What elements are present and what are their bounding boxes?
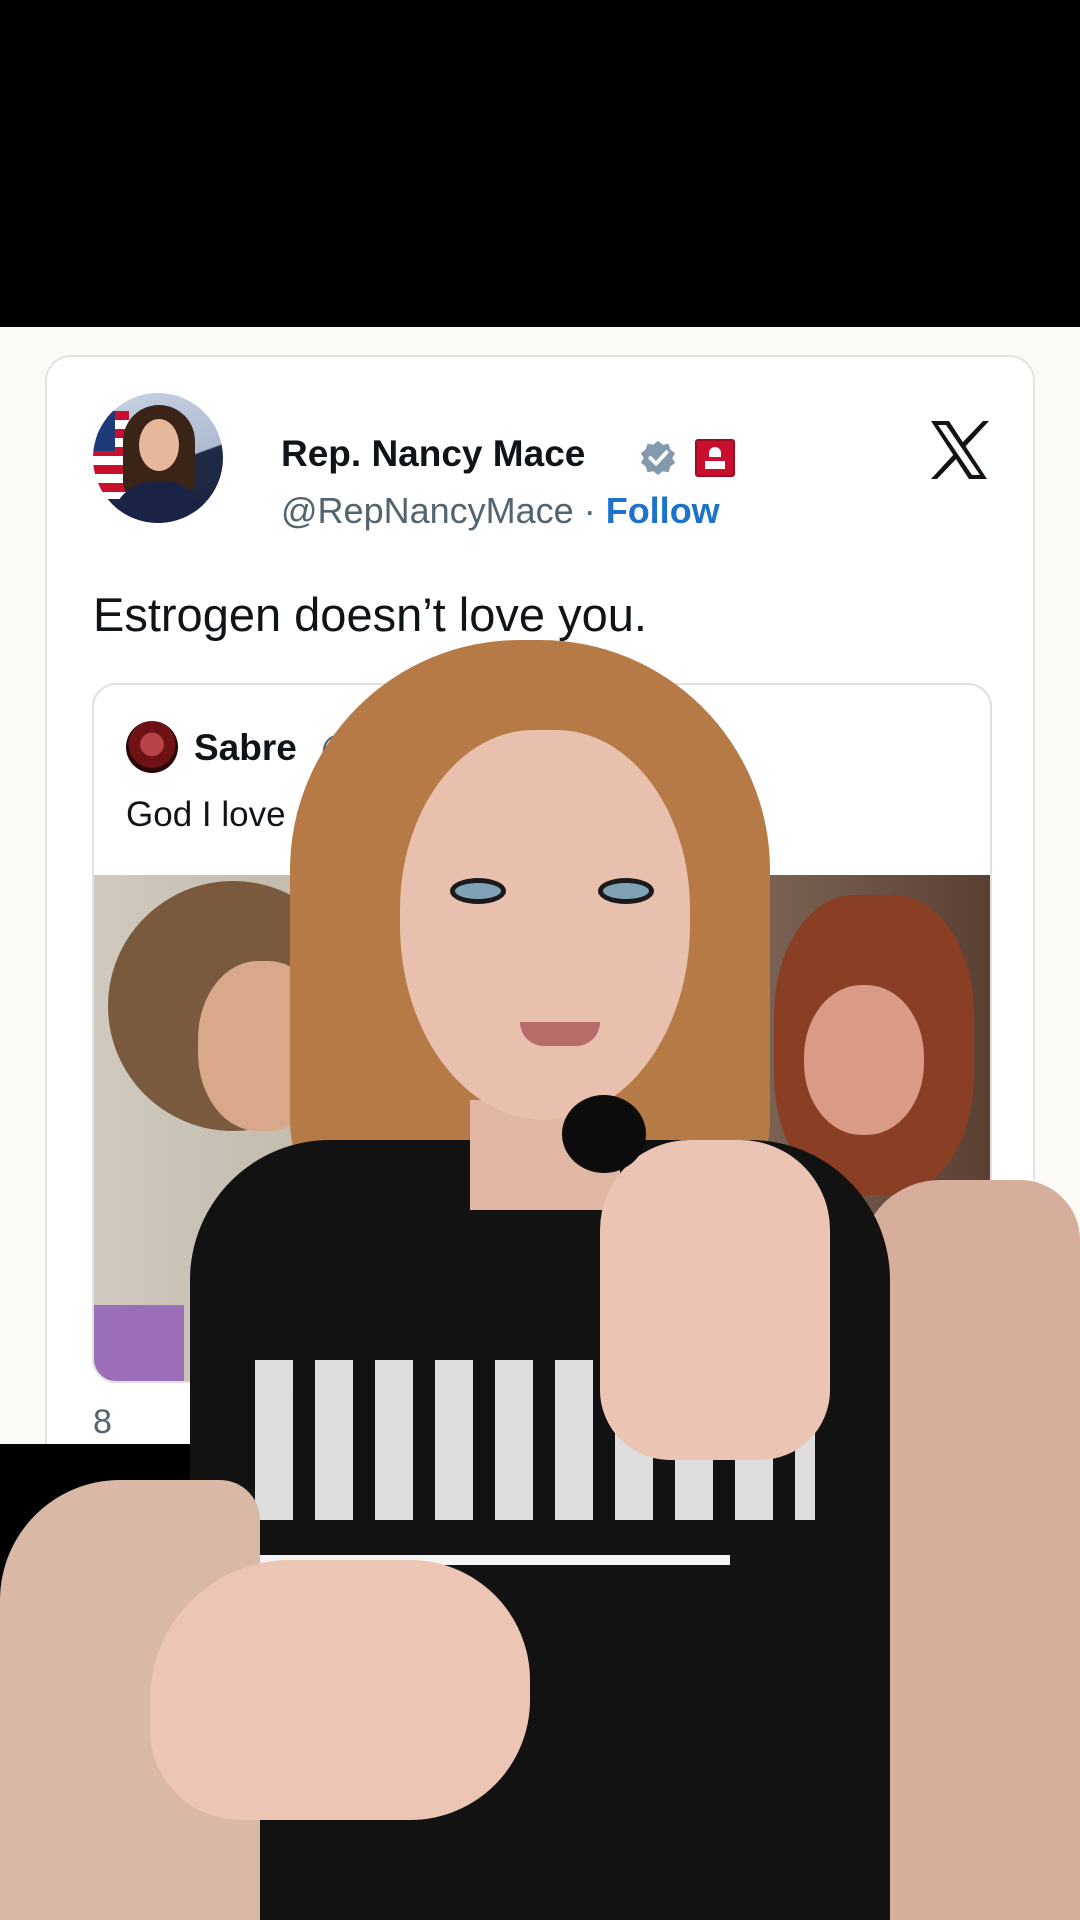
quoted-author-handle[interactable]: @bo bbox=[320, 731, 394, 766]
quoted-author-name[interactable]: Sabre bbox=[194, 729, 297, 766]
x-logo-icon[interactable] bbox=[927, 419, 991, 481]
quoted-tweet-photo[interactable] bbox=[94, 875, 990, 1381]
tweet-card[interactable]: Rep. Nancy Mace @RepNancyMace · Follow E… bbox=[45, 355, 1035, 1444]
tweet-screenshot: Rep. Nancy Mace @RepNancyMace · Follow E… bbox=[0, 327, 1080, 1444]
video-top-letterbox bbox=[0, 0, 1080, 327]
house-gop-badge-icon bbox=[695, 439, 735, 477]
verified-badge-icon bbox=[640, 440, 676, 476]
author-avatar[interactable] bbox=[93, 393, 223, 523]
follow-button[interactable]: Follow bbox=[606, 490, 720, 531]
quoted-tweet-card[interactable]: Sabre @bo God I love est bbox=[92, 683, 992, 1383]
handle-separator: · bbox=[583, 490, 596, 531]
quoted-tweet-text: God I love est bbox=[126, 795, 342, 834]
tweet-text: Estrogen doesn’t love you. bbox=[93, 588, 647, 641]
quoted-author-avatar[interactable] bbox=[126, 721, 178, 773]
engagement-count: 8 bbox=[93, 1403, 112, 1441]
handle-row: @RepNancyMace · Follow bbox=[281, 493, 720, 529]
author-name[interactable]: Rep. Nancy Mace bbox=[281, 435, 585, 472]
author-handle[interactable]: @RepNancyMace bbox=[281, 490, 574, 531]
video-bottom-letterbox bbox=[0, 1444, 1080, 1920]
